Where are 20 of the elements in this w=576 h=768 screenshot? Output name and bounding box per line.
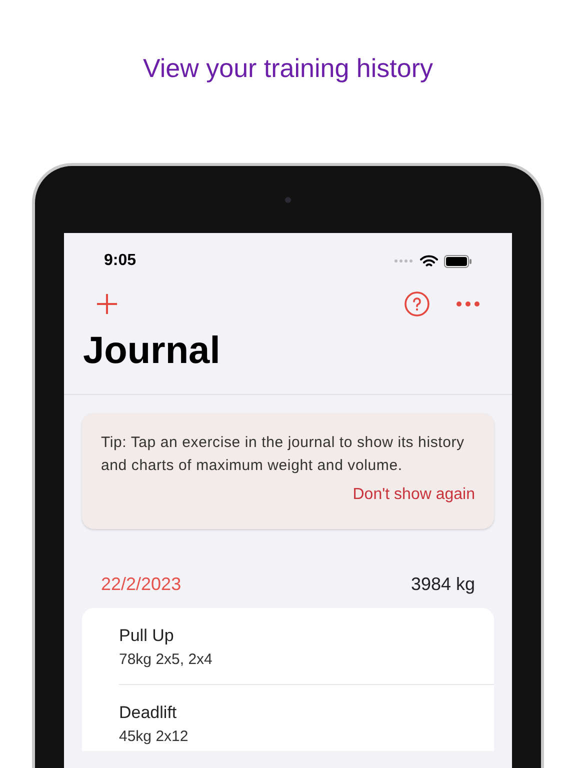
more-button[interactable] bbox=[456, 301, 480, 307]
camera-icon bbox=[285, 197, 291, 203]
date-heading: 22/2/2023 bbox=[101, 573, 182, 596]
exercise-row[interactable]: Pull Up 78kg 2x5, 2x4 bbox=[119, 608, 494, 685]
add-button[interactable] bbox=[96, 293, 118, 315]
exercise-name: Deadlift bbox=[119, 702, 178, 724]
page-title: Journal bbox=[83, 329, 222, 373]
day-total: 3984 kg bbox=[410, 573, 475, 596]
exercise-row[interactable]: Deadlift 45kg 2x12 bbox=[119, 685, 494, 751]
dont-show-again-link[interactable]: Don't show again bbox=[352, 483, 475, 507]
status-time: 9:05 bbox=[104, 251, 136, 271]
exercise-sets: 78kg 2x5, 2x4 bbox=[119, 650, 214, 670]
exercise-sets: 45kg 2x12 bbox=[119, 727, 190, 747]
battery-icon bbox=[444, 254, 472, 268]
help-button[interactable] bbox=[404, 291, 430, 317]
signal-icon bbox=[394, 259, 414, 263]
headline: View your training history bbox=[143, 52, 433, 85]
tip-text: Tip: Tap an exercise in the journal to show its history and charts of maximum weight and volume. bbox=[101, 433, 466, 476]
wifi-icon bbox=[420, 254, 438, 268]
exercise-name: Pull Up bbox=[119, 625, 175, 647]
